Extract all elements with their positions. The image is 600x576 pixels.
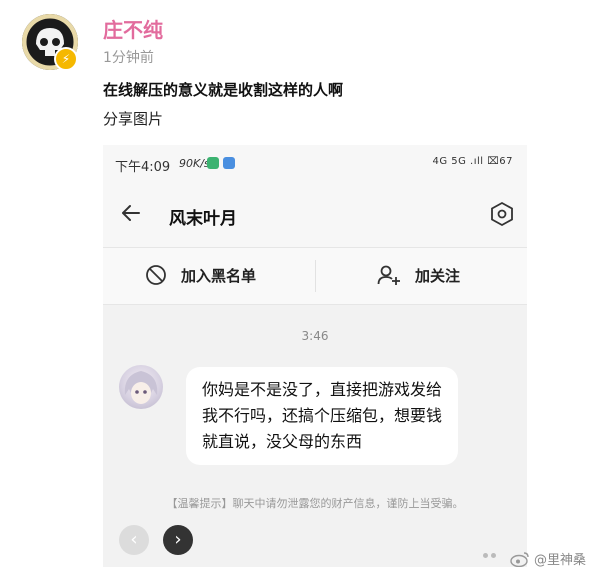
safety-tip: 【温馨提示】聊天中请勿泄露您的财产信息，谨防上当受骗。 xyxy=(166,497,464,510)
post-text: 在线解压的意义就是收割这样的人啊 xyxy=(103,81,344,99)
page-dot xyxy=(483,553,488,558)
chat-title: 风末叶月 xyxy=(169,209,237,229)
back-arrow-icon[interactable] xyxy=(119,201,143,225)
post-time: 1分钟前 xyxy=(103,50,154,66)
add-user-icon xyxy=(377,265,400,285)
page-indicator xyxy=(483,543,499,562)
app-notification-icon xyxy=(207,157,219,169)
prev-image-button[interactable]: ‹ xyxy=(119,525,149,555)
status-bar: 下午4:09 90K/s 4G 5G .ıll ⌧67 xyxy=(103,145,527,183)
weibo-logo-icon xyxy=(510,551,529,567)
settings-hex-icon[interactable] xyxy=(489,201,515,227)
next-image-button[interactable]: › xyxy=(163,525,193,555)
divider xyxy=(315,260,316,292)
message-bubble[interactable]: 你妈是不是没了，直接把游戏发给我不行吗，还搞个压缩包，想要钱就直说，没父母的东西 xyxy=(186,367,458,465)
block-button[interactable]: 加入黑名单 xyxy=(145,264,256,288)
watermark-text: @里神桑 xyxy=(533,553,586,568)
watermark: @里神桑 xyxy=(510,549,586,568)
verified-badge-icon: ⚡ xyxy=(54,47,78,71)
sender-avatar[interactable] xyxy=(119,365,163,409)
page-dot xyxy=(491,553,496,558)
block-icon xyxy=(146,265,166,285)
username[interactable]: 庄不纯 xyxy=(103,14,163,43)
status-speed: 90K/s xyxy=(179,157,210,170)
action-bar: 加入黑名单 加关注 xyxy=(103,247,527,305)
follow-button[interactable]: 加关注 xyxy=(377,264,460,288)
chat-title-bar: 风末叶月 xyxy=(103,183,527,247)
message-time: 3:46 xyxy=(301,329,329,343)
follow-label: 加关注 xyxy=(415,266,461,285)
block-label: 加入黑名单 xyxy=(181,266,257,285)
shared-image[interactable]: 下午4:09 90K/s 4G 5G .ıll ⌧67 风末叶月 加入黑名单 加… xyxy=(103,145,527,567)
anime-avatar-icon xyxy=(124,371,158,404)
app-notification-icon xyxy=(223,157,235,169)
status-signal-battery: 4G 5G .ıll ⌧67 xyxy=(432,156,513,167)
share-label: 分享图片 xyxy=(103,110,164,128)
status-time: 下午4:09 xyxy=(115,160,171,175)
